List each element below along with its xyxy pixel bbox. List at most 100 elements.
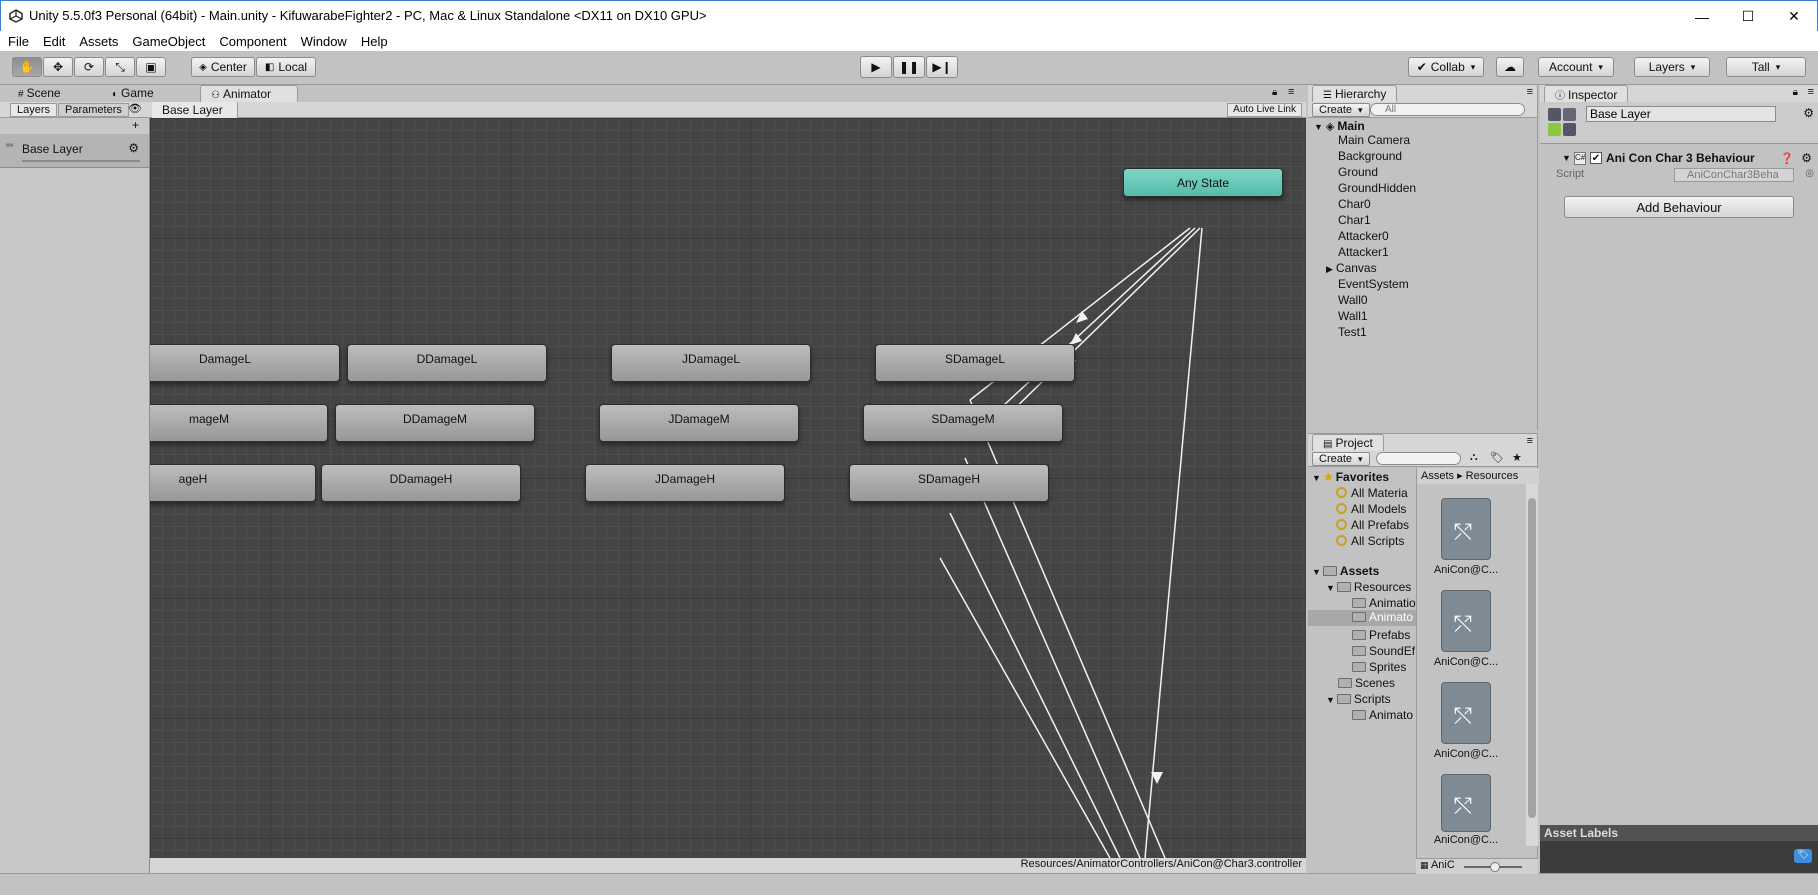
cloud-button[interactable]: ☁ <box>1496 57 1524 77</box>
menu-component[interactable]: Component <box>219 34 286 49</box>
state-damage-l[interactable]: DamageL <box>150 344 340 382</box>
state-machine-graph[interactable]: Any State DamageL DDamageL JDamageL SDam… <box>150 118 1306 858</box>
expand-icon[interactable]: ▼ <box>1312 473 1321 483</box>
favorite-item[interactable]: All Models <box>1336 502 1406 516</box>
label-tag-icon[interactable]: 🏷︎ <box>1794 849 1812 863</box>
animator-controller-asset[interactable]: ⤲ <box>1441 774 1491 832</box>
state-sdamage-h[interactable]: SDamageH <box>849 464 1049 502</box>
state-any-state[interactable]: Any State <box>1123 168 1283 197</box>
tab-game[interactable]: ◐ Game <box>102 85 162 102</box>
folder-item[interactable]: Sprites <box>1352 660 1406 674</box>
favorite-item[interactable]: All Prefabs <box>1336 518 1409 532</box>
hierarchy-item-canvas[interactable]: ▶ Canvas <box>1326 261 1377 275</box>
object-name-field[interactable] <box>1586 106 1776 122</box>
move-tool-button[interactable]: ✥ <box>43 57 73 77</box>
settings-icon[interactable]: ⚙ <box>1803 106 1814 120</box>
hierarchy-item[interactable]: Attacker1 <box>1338 245 1389 259</box>
rotate-tool-button[interactable]: ⟳ <box>74 57 104 77</box>
folder-item[interactable]: ▼ Scripts <box>1326 692 1391 706</box>
minimize-button[interactable]: — <box>1679 1 1725 32</box>
hierarchy-item[interactable]: Char0 <box>1338 197 1371 211</box>
scene-root[interactable]: ▼ ◈ Main <box>1314 119 1365 133</box>
panel-menu-icon[interactable]: ≡ <box>1808 86 1814 98</box>
hierarchy-search-input[interactable] <box>1370 103 1525 116</box>
state-sdamage-m[interactable]: SDamageM <box>863 404 1063 442</box>
object-picker-icon[interactable]: ◎ <box>1805 168 1814 179</box>
tab-animator[interactable]: ⚇ Animator <box>200 85 298 102</box>
slider-knob[interactable] <box>1490 862 1500 872</box>
favorite-star-icon[interactable]: ★ <box>1512 451 1522 464</box>
project-create-button[interactable]: Create <box>1312 452 1370 466</box>
menu-edit[interactable]: Edit <box>43 34 65 49</box>
animator-controller-asset[interactable]: ⤲ <box>1441 590 1491 652</box>
state-damage-h[interactable]: ageH <box>150 464 316 502</box>
folder-item[interactable]: Animatio <box>1352 596 1416 610</box>
help-icon[interactable]: ❓ <box>1780 152 1794 165</box>
parameters-tab[interactable]: Parameters <box>58 103 129 117</box>
folder-item-selected[interactable]: Animato <box>1308 610 1416 626</box>
assets-node[interactable]: ▼ Assets <box>1312 564 1379 578</box>
hierarchy-item[interactable]: Background <box>1338 149 1402 163</box>
tab-hierarchy[interactable]: ☰ Hierarchy <box>1312 85 1398 102</box>
rect-tool-button[interactable]: ▣ <box>136 57 166 77</box>
lock-icon[interactable]: 🔒︎ <box>1272 87 1277 98</box>
breadcrumb-assets[interactable]: Assets <box>1421 470 1454 482</box>
state-jdamage-h[interactable]: JDamageH <box>585 464 785 502</box>
hierarchy-item[interactable]: EventSystem <box>1338 277 1409 291</box>
tab-inspector[interactable]: ⓘ Inspector <box>1544 85 1629 102</box>
state-damage-m[interactable]: mageM <box>150 404 328 442</box>
layer-item[interactable]: ═ Base Layer ⚙ <box>0 134 149 168</box>
scrollbar-thumb[interactable] <box>1528 498 1536 818</box>
step-button[interactable]: ▶❙ <box>926 56 958 78</box>
hierarchy-item[interactable]: Ground <box>1338 165 1378 179</box>
menu-window[interactable]: Window <box>301 34 347 49</box>
hierarchy-item[interactable]: Wall0 <box>1338 293 1368 307</box>
menu-help[interactable]: Help <box>361 34 388 49</box>
layers-tab[interactable]: Layers <box>10 103 58 117</box>
folder-item[interactable]: Animato <box>1352 708 1413 722</box>
auto-live-link-button[interactable]: Auto Live Link <box>1227 103 1302 117</box>
expand-icon[interactable]: ▼ <box>1326 695 1335 705</box>
hierarchy-create-button[interactable]: Create <box>1312 103 1370 117</box>
folder-item[interactable]: SoundEf <box>1352 644 1415 658</box>
foldout-icon[interactable]: ▼ <box>1562 153 1571 163</box>
close-button[interactable]: ✕ <box>1771 1 1817 32</box>
menu-assets[interactable]: Assets <box>79 34 118 49</box>
state-sdamage-l[interactable]: SDamageL <box>875 344 1075 382</box>
expand-icon[interactable]: ▼ <box>1314 122 1323 132</box>
filter-type-icon[interactable]: ⛬ <box>1470 451 1478 464</box>
favorites-node[interactable]: ▼ ★ Favorites <box>1312 470 1389 484</box>
collapse-icon[interactable]: ▶ <box>1326 264 1333 274</box>
breadcrumb-resources[interactable]: Resources <box>1466 470 1519 482</box>
enabled-checkbox[interactable]: ✔ <box>1590 152 1602 164</box>
state-jdamage-m[interactable]: JDamageM <box>599 404 799 442</box>
add-behaviour-button[interactable]: Add Behaviour <box>1564 196 1794 218</box>
state-ddamage-m[interactable]: DDamageM <box>335 404 535 442</box>
hand-tool-button[interactable]: ✋ <box>12 57 42 77</box>
pivot-center-button[interactable]: ◈ Center <box>191 57 255 77</box>
play-button[interactable]: ▶ <box>860 56 892 78</box>
folder-item[interactable]: ▼ Resources <box>1326 580 1411 594</box>
favorite-item[interactable]: All Scripts <box>1336 534 1404 548</box>
hierarchy-item[interactable]: GroundHidden <box>1338 181 1416 195</box>
state-ddamage-l[interactable]: DDamageL <box>347 344 547 382</box>
layer-settings-icon[interactable]: ⚙ <box>128 141 139 155</box>
collab-dropdown[interactable]: ✔ Collab <box>1408 57 1484 77</box>
tab-project[interactable]: ▤ Project <box>1312 434 1384 451</box>
hierarchy-item[interactable]: Attacker0 <box>1338 229 1389 243</box>
drag-handle-icon[interactable]: ═ <box>6 140 13 151</box>
assets-scrollbar[interactable] <box>1526 484 1538 846</box>
folder-item[interactable]: Prefabs <box>1352 628 1410 642</box>
eye-icon[interactable]: 👁︎ <box>128 102 142 115</box>
add-layer-icon[interactable]: + <box>132 118 139 132</box>
expand-icon[interactable]: ▼ <box>1312 567 1321 577</box>
menu-gameobject[interactable]: GameObject <box>132 34 205 49</box>
pivot-local-button[interactable]: ◧ Local <box>256 57 316 77</box>
script-field[interactable]: AniConChar3Beha <box>1674 168 1794 182</box>
filter-label-icon[interactable]: 🏷︎ <box>1490 451 1504 464</box>
animator-controller-asset[interactable]: ⤲ <box>1441 498 1491 560</box>
animator-controller-asset[interactable]: ⤲ <box>1441 682 1491 744</box>
project-search-input[interactable] <box>1376 452 1461 465</box>
hierarchy-item[interactable]: Char1 <box>1338 213 1371 227</box>
hierarchy-item[interactable]: Main Camera <box>1338 133 1410 147</box>
